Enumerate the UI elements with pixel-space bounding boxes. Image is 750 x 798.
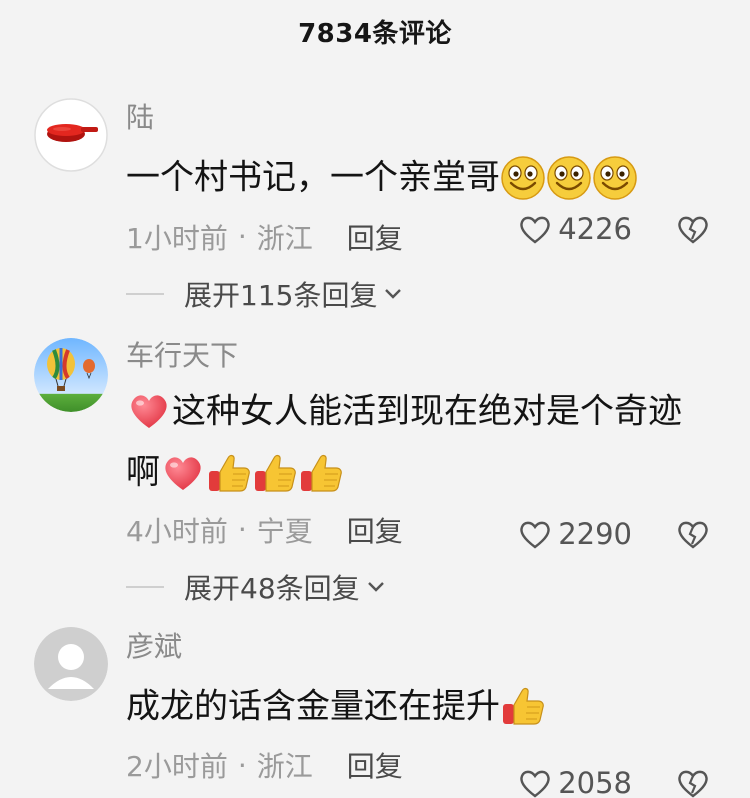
comment-item: 车行天下 这种女人能活到现在绝对是个奇迹啊 4小时前 · 宁夏 回复 展开48条… — [0, 337, 750, 619]
comment-item: 陆 一个村书记，一个亲堂哥 1小时前 · 浙江 回复 展开115条回复 — [0, 98, 750, 326]
broken-heart-icon — [678, 216, 708, 244]
broken-heart-icon — [678, 521, 708, 549]
comment-time: 1小时前 — [126, 221, 228, 255]
comments-header: 7834条评论 — [0, 0, 750, 62]
grin-face-emoji — [500, 155, 546, 201]
expand-replies-label: 展开115条回复 — [184, 278, 378, 312]
grin-face-emoji — [546, 155, 592, 201]
comment-username[interactable]: 车行天下 — [126, 338, 716, 374]
like-count: 2290 — [558, 517, 632, 551]
comment-text-content: 一个村书记，一个亲堂哥 — [126, 157, 500, 198]
thumbs-up-emoji — [500, 683, 546, 729]
meta-separator: · — [237, 220, 247, 253]
thumbs-up-emoji — [298, 450, 344, 496]
dislike-button[interactable] — [676, 212, 710, 246]
reply-button[interactable]: 回复 — [347, 217, 403, 257]
comments-screen: 7834条评论 陆 一个村书记，一个亲堂哥 1小时前 · 浙江 回复 展开115… — [0, 0, 750, 798]
default-user-avatar[interactable] — [34, 626, 108, 701]
comment-location: 宁夏 — [256, 514, 313, 548]
comment-time: 4小时前 — [126, 514, 228, 548]
expand-divider — [126, 292, 164, 295]
reply-button[interactable]: 回复 — [347, 745, 403, 785]
dislike-button[interactable] — [676, 517, 710, 551]
chevron-down-icon — [385, 288, 402, 299]
heart-emoji — [126, 388, 172, 434]
comment-text: 一个村书记，一个亲堂哥 — [126, 146, 716, 208]
dislike-button[interactable] — [676, 766, 710, 798]
comment-text-content-cont: 啊 — [126, 452, 160, 493]
chevron-down-icon — [367, 581, 384, 592]
comment-username[interactable]: 彦斌 — [126, 629, 716, 665]
comment-text-content: 这种女人能活到现在绝对是个奇迹 — [172, 391, 682, 431]
comment-text-content: 成龙的话含金量还在提升 — [126, 686, 500, 726]
comment-location: 浙江 — [256, 750, 313, 783]
like-button[interactable]: 2058 — [518, 758, 632, 798]
comment-count-title: 7834条评论 — [298, 18, 452, 49]
thumbs-up-emoji — [252, 450, 298, 496]
heart-outline-icon — [520, 521, 550, 549]
heart-outline-icon — [520, 770, 550, 798]
broken-heart-icon — [678, 770, 708, 798]
heart-outline-icon — [520, 216, 550, 244]
comment-time: 2小时前 — [126, 750, 228, 783]
like-count: 2058 — [558, 766, 632, 798]
comment-item: 彦斌 成龙的话含金量还在提升 2小时前 · 浙江 回复 — [0, 626, 750, 791]
expand-replies-label: 展开48条回复 — [184, 571, 360, 605]
like-button[interactable]: 2290 — [518, 509, 632, 559]
comment-text: 这种女人能活到现在绝对是个奇迹啊 — [126, 380, 716, 503]
expand-replies-button[interactable]: 展开115条回复 — [126, 262, 716, 326]
expand-divider — [126, 585, 164, 588]
like-button[interactable]: 4226 — [518, 204, 632, 254]
grin-face-emoji — [592, 155, 638, 201]
expand-replies-button[interactable]: 展开48条回复 — [126, 555, 716, 619]
thumbs-up-emoji — [206, 450, 252, 496]
meta-separator: · — [237, 748, 247, 782]
hot-air-balloon-avatar[interactable] — [34, 337, 108, 412]
comment-username[interactable]: 陆 — [126, 100, 716, 136]
red-pan-avatar[interactable] — [34, 98, 108, 172]
like-count: 4226 — [558, 212, 632, 246]
comment-text: 成龙的话含金量还在提升 — [126, 675, 716, 737]
meta-separator: · — [237, 513, 247, 546]
heart-emoji — [160, 450, 206, 496]
comment-location: 浙江 — [256, 221, 313, 255]
reply-button[interactable]: 回复 — [347, 510, 403, 550]
